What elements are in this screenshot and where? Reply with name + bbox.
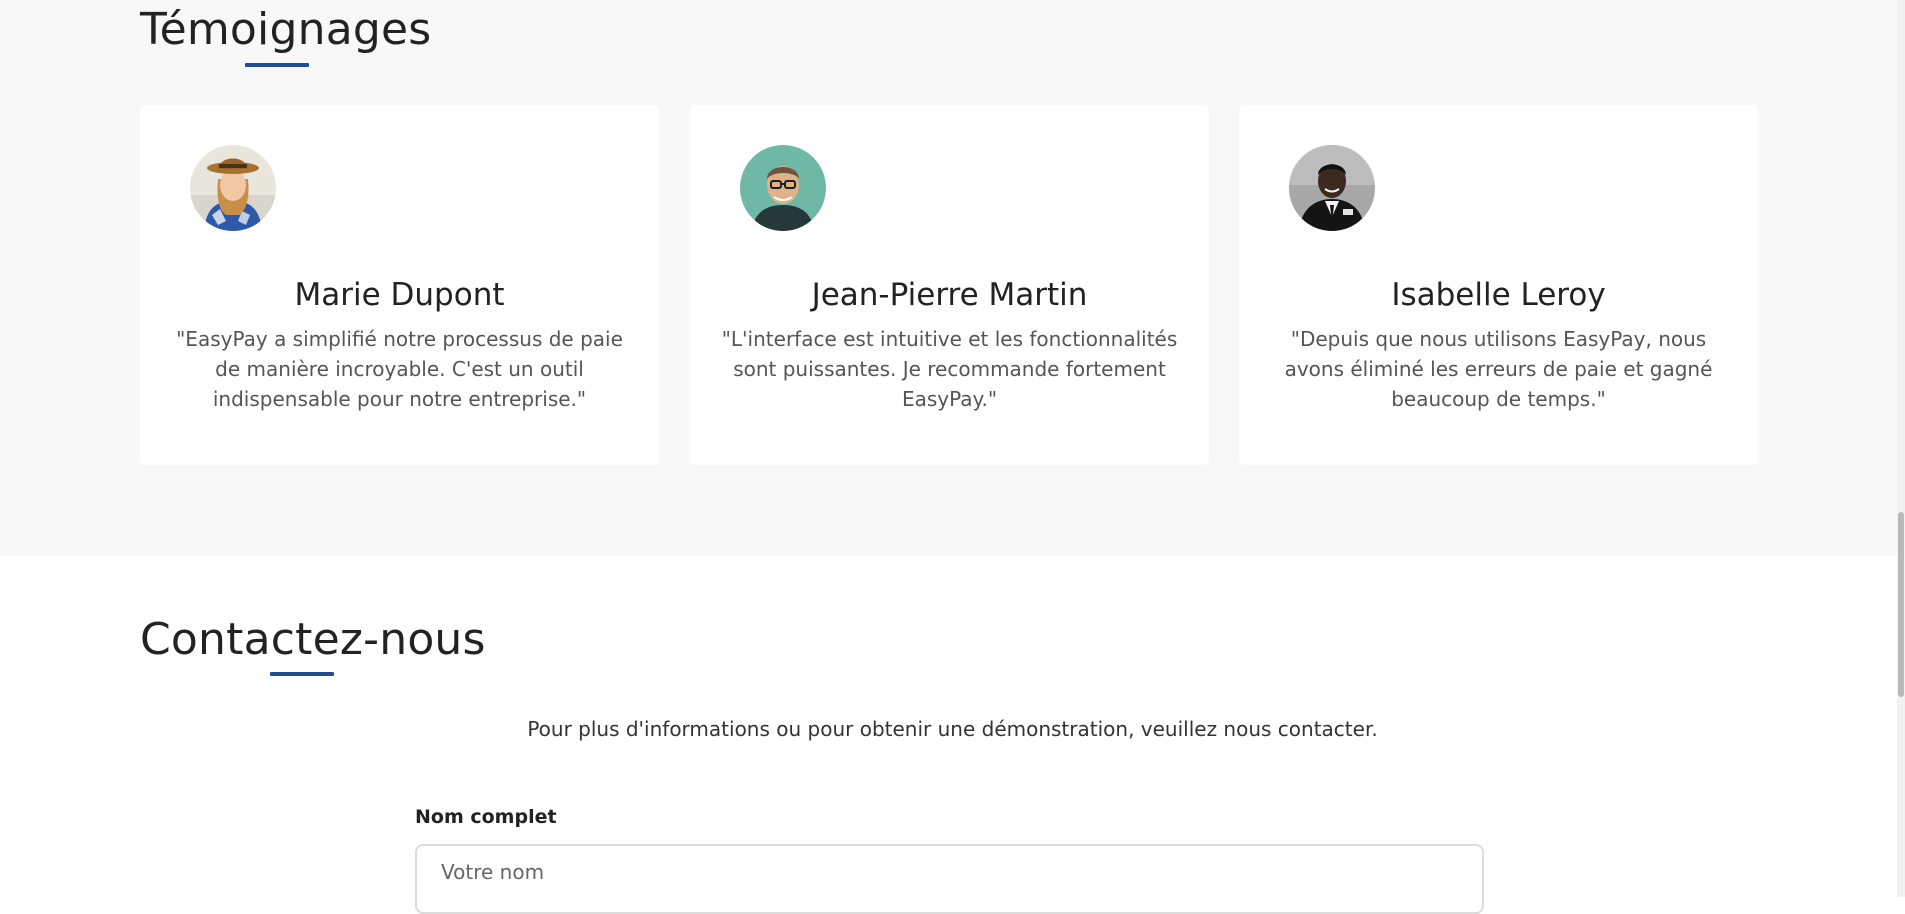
testimonial-name: Jean-Pierre Martin [811, 277, 1088, 313]
testimonial-quote: "L'interface est intuitive et les foncti… [721, 327, 1178, 411]
man-with-glasses-avatar-image [740, 145, 826, 231]
testimonials-title-underline [245, 63, 309, 67]
contact-title: Contactez-nous [140, 614, 486, 665]
testimonial-name: Marie Dupont [294, 277, 505, 313]
testimonial-name: Isabelle Leroy [1391, 277, 1606, 313]
testimonial-quote: "Depuis que nous utilisons EasyPay, nous… [1284, 327, 1713, 411]
man-with-glasses-avatar [740, 145, 826, 231]
testimonial-card-jean-pierre-martin: Jean-Pierre Martin "L'interface est intu… [690, 105, 1209, 465]
scrollbar-thumb[interactable] [1898, 512, 1904, 697]
woman-with-hat-avatar [190, 145, 276, 231]
contact-section: Contactez-nous Pour plus d'informations … [0, 556, 1905, 914]
testimonial-card-marie-dupont: Marie Dupont "EasyPay a simplifié notre … [140, 105, 659, 465]
testimonials-title: Témoignages [140, 4, 432, 55]
page: Témoignages Marie Dupont "EasyPay a simp… [0, 0, 1905, 914]
man-in-suit-avatar-image [1289, 145, 1375, 231]
man-in-suit-avatar [1289, 145, 1375, 231]
contact-intro: Pour plus d'informations ou pour obtenir… [527, 717, 1378, 741]
full-name-label: Nom complet [415, 806, 557, 828]
testimonials-section: Témoignages Marie Dupont "EasyPay a simp… [0, 0, 1905, 556]
woman-with-hat-avatar-image [190, 145, 276, 231]
contact-title-underline [270, 672, 334, 676]
testimonial-card-isabelle-leroy: Isabelle Leroy "Depuis que nous utilison… [1239, 105, 1758, 465]
testimonial-quote: "EasyPay a simplifié notre processus de … [176, 327, 623, 411]
page-scrollbar[interactable] [1897, 0, 1905, 897]
full-name-input[interactable] [415, 844, 1484, 914]
